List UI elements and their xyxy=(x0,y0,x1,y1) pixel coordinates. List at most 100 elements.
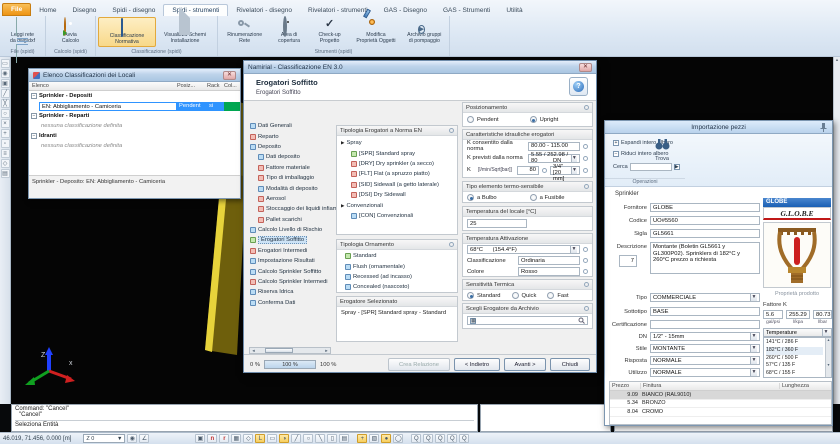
area-copertura-button[interactable]: Area di copertura xyxy=(269,17,308,47)
k-value-field[interactable]: 80 xyxy=(517,166,539,175)
en-dialog-title-bar[interactable]: Namirial - Classificazione EN 3.0 ✕ xyxy=(244,61,596,74)
leggi-rete-button[interactable]: Leggi rete da dwg/dxf xyxy=(2,17,43,47)
info-ring-icon[interactable] xyxy=(583,258,588,263)
item-posiz[interactable]: Pendent xyxy=(177,102,207,111)
snap-near-icon[interactable]: r xyxy=(219,434,229,443)
otrack-icon[interactable]: ╲ xyxy=(315,434,325,443)
table-row[interactable]: 5.34 BRONZO xyxy=(610,400,831,409)
avvia-calcolo-button[interactable]: Avvia Calcolo xyxy=(48,17,93,47)
chevron-down-icon[interactable]: ▼ xyxy=(822,329,829,336)
tipologia-spray-node[interactable]: ▶Spray xyxy=(341,138,455,148)
ortho-icon[interactable]: L xyxy=(255,434,265,443)
nav-calcolo-livello[interactable]: Calcolo Livello di Rischio xyxy=(250,225,336,235)
zoom-window-icon[interactable]: Q xyxy=(435,434,445,443)
close-icon[interactable]: ✕ xyxy=(579,63,592,72)
circle-icon[interactable]: ○ xyxy=(1,109,10,118)
zoom-in-icon[interactable]: Q xyxy=(411,434,421,443)
command-prompt[interactable]: Seleziona Entità xyxy=(15,420,474,428)
pointer-icon[interactable]: ▭ xyxy=(1,59,10,68)
iso-snap-icon[interactable]: ◇ xyxy=(243,434,253,443)
info-ring-icon[interactable] xyxy=(583,168,588,173)
go-icon[interactable]: ▶ xyxy=(674,164,680,170)
collapse-icon[interactable]: − xyxy=(31,113,37,119)
line-icon[interactable]: ╱ xyxy=(1,89,10,98)
ornamento-recessed[interactable]: Recessed (ad incasso) xyxy=(345,272,455,282)
nav-calcolo-sprinkler-intermedi[interactable]: Calcolo Sprinkler Intermedi xyxy=(250,277,336,287)
col-lunghezza[interactable]: Lunghezza xyxy=(779,383,831,389)
item-label[interactable]: EN: Abbigliamento - Camiceria xyxy=(39,102,177,111)
indietro-button[interactable]: < Indietro xyxy=(454,358,500,371)
zoom-out-icon[interactable]: Q xyxy=(423,434,433,443)
nav-pallet-scarichi[interactable]: Pallet scarichi xyxy=(250,215,336,225)
rinumerazione-rete-button[interactable]: Rinumerazione Rete xyxy=(220,17,269,47)
nav-calcolo-sprinkler-soffitto[interactable]: Calcolo Sprinkler Soffitto xyxy=(250,266,336,276)
erase-icon[interactable]: × xyxy=(1,119,10,128)
collapse-icon[interactable]: − xyxy=(31,93,37,99)
item-rack[interactable]: si xyxy=(207,102,224,111)
fast-radio[interactable] xyxy=(547,292,554,299)
col-finitura[interactable]: Finitura xyxy=(640,383,779,389)
tipo-combo[interactable]: COMMERCIALE▼ xyxy=(650,293,760,302)
tipologia-flt[interactable]: [FLT] Flat (a spruzzo piatto) xyxy=(341,169,455,179)
temperature-item[interactable]: 57°C / 135 F xyxy=(766,362,823,370)
angle-icon[interactable]: ∠ xyxy=(139,434,149,443)
fill-icon[interactable]: ● xyxy=(381,434,391,443)
elenco-column-headers[interactable]: Elenco Posiz... Rack Col... xyxy=(29,82,240,91)
temperatura-attivazione-combo[interactable]: 68°C (154.4°F)▼ xyxy=(467,245,580,254)
tab-disegno[interactable]: Disegno xyxy=(65,5,105,16)
rect-icon[interactable]: ▯ xyxy=(327,434,337,443)
zoom-window-icon[interactable]: ▣ xyxy=(1,79,10,88)
info-ring-icon[interactable] xyxy=(583,269,588,274)
crosshair-icon[interactable]: + xyxy=(357,434,367,443)
nav-riserva-idrica[interactable]: Riserva Idrica xyxy=(250,287,336,297)
temperature-item[interactable]: 260°C / 500 F xyxy=(766,355,823,363)
pan-icon[interactable]: ◑ xyxy=(279,434,289,443)
standard-radio[interactable] xyxy=(467,292,474,299)
polyline-icon[interactable]: ╳ xyxy=(1,99,10,108)
classificazione-normativa-button[interactable]: Classificazione Normativa xyxy=(98,17,156,47)
pin-icon[interactable] xyxy=(820,123,827,132)
crea-relazione-button[interactable]: Crea Relazione xyxy=(388,358,450,371)
col-prezzo[interactable]: Prezzo xyxy=(610,383,640,389)
layers-icon[interactable]: ▤ xyxy=(339,434,349,443)
tipologia-dsi[interactable]: [DSI] Dry Sidewall xyxy=(341,190,455,200)
nav-fattore-materiale[interactable]: Fattore materiale xyxy=(250,163,336,173)
descrizione-field[interactable]: Montante (Boletin GL5661 y GL300P02). Sp… xyxy=(650,242,760,274)
archivio-pompaggio-button[interactable]: ▶ Archivio gruppi di pompaggio xyxy=(402,17,447,47)
scroll-thumb[interactable] xyxy=(265,348,293,353)
chevron-down-icon[interactable]: ▼ xyxy=(750,345,757,352)
dn-combo[interactable]: 1/2" - 15mm▼ xyxy=(650,332,760,341)
tree-item-camiceria[interactable]: EN: Abbigliamento - Camiceria Pendent si xyxy=(29,101,240,111)
chevron-down-icon[interactable]: ▼ xyxy=(750,294,757,301)
osnap-icon[interactable]: ◇ xyxy=(1,159,10,168)
nav-reparto[interactable]: Reparto xyxy=(250,131,336,141)
visibility-icon[interactable]: ◉ xyxy=(127,434,137,443)
col-elenco[interactable]: Elenco xyxy=(29,83,177,89)
elenco-title-bar[interactable]: Elenco Classificazioni dei Locali ✕ xyxy=(29,69,240,82)
scroll-left-icon[interactable]: ◄ xyxy=(250,348,257,353)
tab-gas-strumenti[interactable]: GAS - Strumenti xyxy=(435,5,498,16)
chevron-down-icon[interactable]: ▼ xyxy=(750,369,757,376)
color-swatch-green[interactable] xyxy=(224,102,240,111)
nav-conferma-dati[interactable]: Conferma Dati xyxy=(250,298,336,308)
avanti-button[interactable]: Avanti > xyxy=(504,358,546,371)
temperature-item[interactable]: 182°C / 360 F xyxy=(766,347,823,355)
tipologia-conv-node[interactable]: ▶Convenzionali xyxy=(341,200,455,210)
temperature-list-header[interactable]: Temperature▼ xyxy=(763,328,832,337)
col-colore[interactable]: Col... xyxy=(224,83,240,89)
fornitore-field[interactable] xyxy=(650,203,760,212)
nav-aerosol[interactable]: Aerosol xyxy=(250,194,336,204)
layers-icon[interactable]: ≡ xyxy=(1,149,10,158)
table-row[interactable]: 9.09 BIANCO (RAL9010) xyxy=(610,391,831,400)
select-icon[interactable]: ▣ xyxy=(195,434,205,443)
visualizza-schemi-button[interactable]: Visualizza Schemi Installazione xyxy=(156,17,214,47)
quantity-field[interactable]: 7 xyxy=(619,255,637,267)
search-icon[interactable] xyxy=(578,317,585,324)
command-window[interactable]: Command: "Cancel" "Cancel" Seleziona Ent… xyxy=(11,404,478,432)
nav-deposito[interactable]: Deposito xyxy=(250,142,336,152)
ornamento-flush[interactable]: Flush (ornamentale) xyxy=(345,261,455,271)
upright-radio[interactable] xyxy=(530,116,537,123)
nav-erogatori-intermedi[interactable]: Erogatori Intermedi xyxy=(250,246,336,256)
nav-tipo-imballaggio[interactable]: Tipo di imballaggio xyxy=(250,173,336,183)
temperature-scrollbar[interactable]: ▲▼ xyxy=(825,338,831,377)
